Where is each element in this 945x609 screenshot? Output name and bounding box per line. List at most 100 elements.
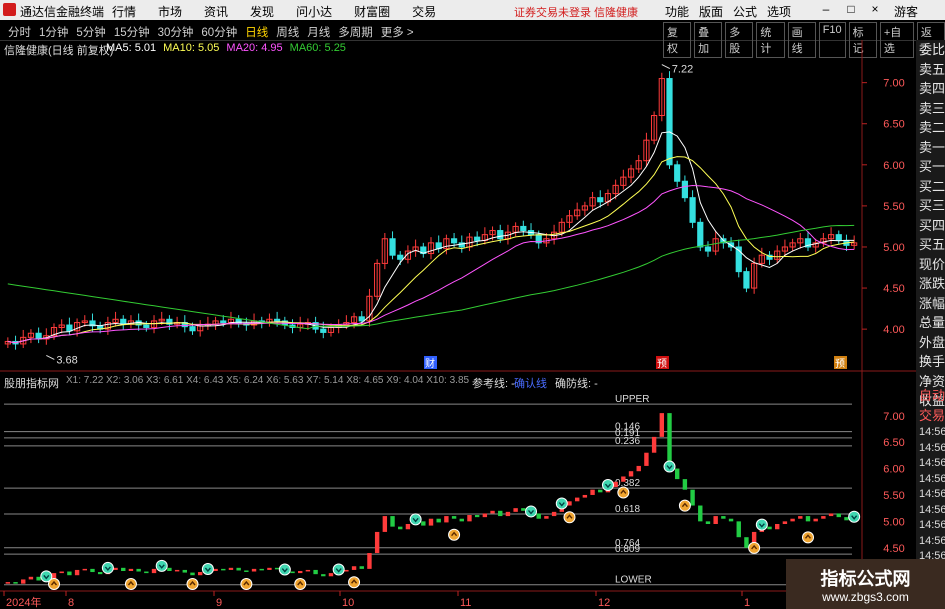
buy-signal-icon-7 <box>525 505 538 518</box>
sidebar-item-8[interactable]: 买三 <box>916 196 945 216</box>
candle-body-86 <box>666 78 673 166</box>
ind-bar-56 <box>436 518 441 523</box>
sidebar-item-2[interactable]: 卖四 <box>916 79 945 99</box>
sidebar-item-6[interactable]: 买一 <box>916 157 945 177</box>
sidebar-item-13[interactable]: 涨幅 <box>916 294 945 314</box>
ind-bar-3 <box>28 576 34 580</box>
ind-bar-101 <box>782 521 788 524</box>
ind-bar-46 <box>359 566 364 569</box>
sidebar-item-16[interactable]: 换手 <box>916 352 945 372</box>
ind-bar-19 <box>151 568 157 574</box>
maximize-icon[interactable]: □ <box>843 1 859 17</box>
ind-bar-24 <box>190 572 195 576</box>
ma-label-1: MA10: 5.05 <box>163 42 220 54</box>
sidebar-item-7[interactable]: 买二 <box>916 177 945 197</box>
sidebar-item-9[interactable]: 买四 <box>916 216 945 236</box>
right-menu-item-2[interactable]: 公式 <box>733 3 757 20</box>
ind-bar-93 <box>721 516 726 519</box>
ma-label-0: MA5: 5.01 <box>106 42 157 54</box>
sidebar-item-5[interactable]: 卖一 <box>916 138 945 158</box>
period-tab-6[interactable]: 日线 <box>245 24 268 40</box>
ind-tick-label-5: 4.50 <box>883 543 904 555</box>
candle-body-77 <box>597 197 604 203</box>
ind-bar-104 <box>805 516 811 522</box>
fib-label-4: 0.382 <box>615 478 640 489</box>
sell-signal-icon-10 <box>748 541 761 554</box>
ind-bar-88 <box>682 479 688 490</box>
sidebar-item-1[interactable]: 卖五 <box>916 60 945 80</box>
chart-area[interactable]: 7.00 6.50 6.00 5.50 5.00 4.50 4.00 7.22 3.68 财 预 预 7… <box>0 40 916 609</box>
main-tick-label-3: 5.50 <box>883 201 904 213</box>
period-tab-2[interactable]: 5分钟 <box>76 24 105 40</box>
login-notice[interactable]: 证券交易未登录 信隆健康 <box>514 4 638 20</box>
ind-bar-84 <box>651 436 657 453</box>
sidebar-lower-item-0[interactable]: 自动 <box>916 386 945 406</box>
buy-signal-icon-3 <box>201 562 214 575</box>
event-tag-0: 财 <box>425 357 435 370</box>
ind-bar-38 <box>298 570 303 574</box>
ind-tick-label-1: 6.50 <box>883 437 904 449</box>
menu-item-3[interactable]: 发现 <box>250 3 274 20</box>
ind-bar-6 <box>51 573 57 579</box>
period-tab-4[interactable]: 30分钟 <box>158 24 194 40</box>
ind-bar-33 <box>259 568 264 571</box>
sidebar-time-5: 14:56 <box>919 503 945 516</box>
menu-item-0[interactable]: 行情 <box>112 3 136 20</box>
period-tab-0[interactable]: 分时 <box>8 24 31 40</box>
period-tab-9[interactable]: 多周期 <box>338 24 373 40</box>
ind-bar-61 <box>474 515 480 518</box>
sidebar-lower-item-1[interactable]: 交易 <box>916 406 945 426</box>
main-tick-label-5: 4.50 <box>883 283 904 295</box>
sidebar-item-15[interactable]: 外盘 <box>916 333 945 353</box>
x-label-4: 11 <box>460 597 471 609</box>
menu-item-5[interactable]: 财富圈 <box>354 3 390 20</box>
candle-body-50 <box>389 238 396 256</box>
close-icon[interactable]: × <box>867 1 883 17</box>
sidebar-item-3[interactable]: 卖三 <box>916 99 945 119</box>
period-tab-1[interactable]: 1分钟 <box>39 24 68 40</box>
ind-bar-80 <box>621 476 626 482</box>
defense-line-label: 确防线: - <box>555 378 598 390</box>
sidebar-item-0[interactable]: 委比 <box>916 40 945 60</box>
sidebar-item-10[interactable]: 买五 <box>916 235 945 255</box>
menu-item-1[interactable]: 市场 <box>158 3 182 20</box>
sidebar-item-4[interactable]: 卖二 <box>916 118 945 138</box>
menu-item-6[interactable]: 交易 <box>412 3 436 20</box>
sidebar-item-11[interactable]: 现价 <box>916 255 945 275</box>
ind-bar-52 <box>405 524 411 530</box>
fib-label-7: 0.809 <box>615 544 640 555</box>
period-tab-3[interactable]: 15分钟 <box>114 24 150 40</box>
main-tick-label-0: 7.00 <box>883 78 904 90</box>
sell-signal-icon-0 <box>48 578 61 590</box>
fib-label-3: 0.236 <box>615 436 640 447</box>
candle-body-58 <box>450 238 458 244</box>
kline-chart[interactable]: 7.00 6.50 6.00 5.50 5.00 4.50 4.00 7.22 3.68 财 预 预 7… <box>0 40 916 609</box>
menu-item-4[interactable]: 问小达 <box>296 3 332 20</box>
period-tab-5[interactable]: 60分钟 <box>201 24 237 40</box>
guest-user[interactable]: 游客 <box>894 3 918 20</box>
right-menu-item-3[interactable]: 选项 <box>767 3 791 20</box>
ind-bar-91 <box>705 521 711 524</box>
minimize-icon[interactable]: – <box>818 1 834 17</box>
ind-bar-25 <box>197 572 203 576</box>
ind-bar-74 <box>574 497 580 502</box>
menu-item-2[interactable]: 资讯 <box>204 3 228 20</box>
right-menu-item-1[interactable]: 版面 <box>699 3 723 20</box>
right-menu-item-0[interactable]: 功能 <box>665 3 689 20</box>
sidebar-item-12[interactable]: 涨跌 <box>916 274 945 294</box>
candle-body-96 <box>743 271 750 289</box>
sell-signal-icon-11 <box>801 531 814 544</box>
ma-label-3: MA60: 5.25 <box>289 42 346 54</box>
ind-bar-77 <box>598 489 603 493</box>
period-tab-10[interactable]: 更多 > <box>381 24 414 40</box>
candle-body-46 <box>358 316 365 322</box>
sidebar-item-14[interactable]: 总量 <box>916 313 945 333</box>
quote-sidebar: 委比 卖五 卖四 卖三 卖二 卖一 买一 买二 买三 买四 买五 现价 涨跌 涨幅 总量 外盘 换手 净资 收益 自… <box>916 40 945 609</box>
main-tick-label-4: 5.00 <box>883 242 904 254</box>
watermark-title: 指标公式网 <box>820 569 911 589</box>
period-tab-8[interactable]: 月线 <box>307 24 330 40</box>
period-tab-7[interactable]: 周线 <box>276 24 299 40</box>
candle-body-90 <box>697 221 704 248</box>
ind-bar-45 <box>351 566 357 570</box>
sidebar-time-3: 14:56 <box>919 472 945 485</box>
